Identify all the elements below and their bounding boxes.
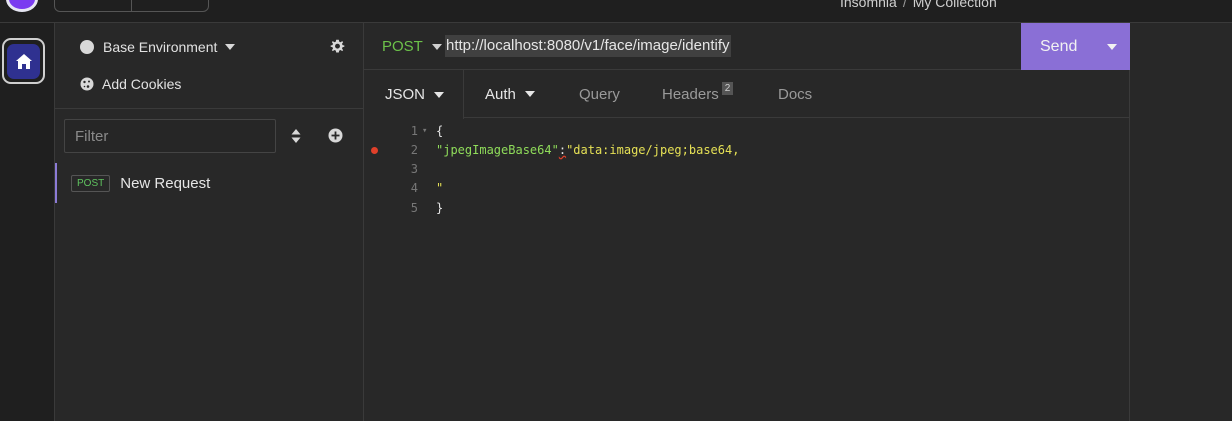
code-text: "jpegImageBase64":"data:image/jpeg;base6… — [436, 143, 739, 157]
tab-query-label: Query — [579, 85, 620, 103]
cookie-icon — [80, 77, 94, 91]
tab-docs[interactable]: Docs — [778, 70, 812, 118]
sidebar: Base Environment Add Cookies POST New Re… — [55, 23, 364, 421]
code-line: 2 "jpegImageBase64":"data:image/jpeg;bas… — [364, 141, 1130, 159]
request-tabs: JSON Auth Query Headers 2 Docs — [364, 70, 1130, 119]
json-key: "jpegImageBase64" — [436, 143, 559, 157]
json-body-editor[interactable]: 1 ▾ { 2 "jpegImageBase64":"data:image/jp… — [364, 118, 1130, 421]
tab-query[interactable]: Query — [579, 70, 620, 118]
home-icon — [15, 53, 32, 69]
code-text: } — [436, 201, 444, 215]
environment-color-icon — [80, 40, 94, 54]
json-string-value: "data:image/jpeg;base64, — [566, 143, 740, 157]
git-sync-button[interactable] — [132, 0, 208, 11]
title-bar: Insomnia / My Collection — [0, 0, 1232, 23]
add-cookies-label: Add Cookies — [102, 76, 182, 92]
breadcrumb: Insomnia / My Collection — [840, 0, 997, 10]
line-number: 1 — [410, 124, 418, 138]
line-number: 3 — [410, 162, 418, 176]
breadcrumb-separator: / — [902, 0, 907, 10]
tab-body-label: JSON — [385, 86, 426, 103]
tab-auth-label: Auth — [485, 85, 516, 103]
request-pane: POST http://localhost:8080/v1/face/image… — [364, 23, 1130, 421]
gear-icon[interactable] — [330, 39, 345, 54]
home-button[interactable] — [2, 38, 45, 84]
git-branch-button[interactable] — [55, 0, 132, 11]
chevron-down-icon — [434, 91, 445, 98]
chevron-down-icon — [225, 44, 236, 50]
url-input[interactable]: http://localhost:8080/v1/face/image/iden… — [445, 35, 731, 57]
code-line: 3 — [364, 160, 1130, 178]
code-line: 5 } — [364, 199, 1130, 217]
method-selector[interactable]: POST — [382, 38, 442, 55]
filter-input[interactable] — [64, 119, 276, 153]
chevron-down-icon — [524, 91, 535, 97]
send-button[interactable]: Send — [1021, 23, 1130, 70]
code-text: " — [436, 181, 444, 195]
tab-headers-label: Headers — [662, 85, 719, 103]
request-name: New Request — [120, 174, 211, 192]
sidebar-divider — [55, 108, 364, 109]
send-options-chevron-icon[interactable] — [1107, 43, 1117, 50]
environment-selector[interactable]: Base Environment — [80, 38, 236, 56]
line-number: 2 — [410, 143, 418, 157]
tab-auth[interactable]: Auth — [485, 70, 535, 118]
request-method-badge: POST — [71, 174, 111, 192]
fold-caret-icon[interactable]: ▾ — [422, 126, 427, 136]
code-line: 4 " — [364, 179, 1130, 197]
headers-count-badge: 2 — [721, 81, 734, 95]
home-button-inner — [7, 43, 40, 79]
chevron-down-icon — [431, 43, 442, 50]
tab-body-json[interactable]: JSON — [364, 70, 464, 119]
add-plus-icon[interactable] — [328, 128, 343, 143]
url-bar: POST http://localhost:8080/v1/face/image… — [364, 23, 1130, 70]
environment-label: Base Environment — [103, 39, 218, 55]
tab-docs-label: Docs — [778, 85, 813, 103]
error-marker-icon[interactable] — [371, 146, 378, 154]
icon-rail — [0, 23, 55, 421]
json-colon: : — [558, 143, 567, 157]
line-number: 4 — [410, 181, 418, 195]
send-label: Send — [1040, 37, 1078, 55]
breadcrumb-app[interactable]: Insomnia — [840, 0, 897, 10]
insomnia-logo — [6, 0, 38, 12]
sort-icon[interactable] — [291, 128, 301, 144]
code-line: 1 ▾ { — [364, 122, 1130, 140]
line-number: 5 — [410, 201, 418, 215]
tab-headers[interactable]: Headers 2 — [662, 70, 734, 118]
git-sync-controls[interactable] — [54, 0, 209, 12]
code-text: { — [436, 124, 444, 138]
request-list-item[interactable]: POST New Request — [55, 163, 364, 203]
breadcrumb-collection[interactable]: My Collection — [913, 0, 997, 10]
method-label: POST — [382, 38, 423, 55]
add-cookies-button[interactable]: Add Cookies — [80, 75, 181, 93]
